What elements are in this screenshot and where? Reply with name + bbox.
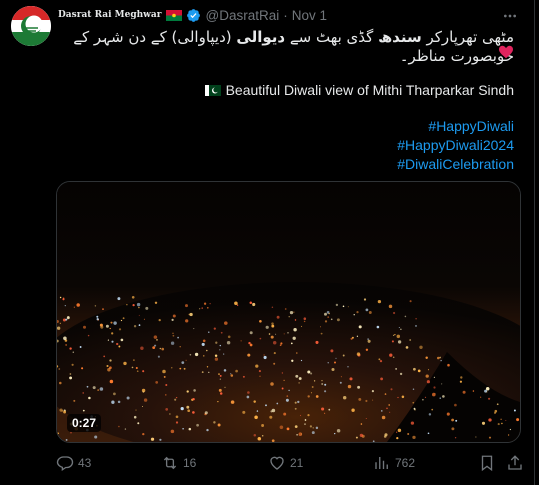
flag-icon	[166, 9, 183, 21]
repost-icon	[163, 456, 177, 470]
repost-button[interactable]: 16	[161, 453, 196, 473]
separator: ·	[283, 7, 288, 23]
share-icon	[508, 455, 522, 470]
video-thumbnail-city-lights	[57, 182, 520, 442]
hashtag-link[interactable]: #HappyDiwali2024	[397, 136, 514, 155]
display-name[interactable]: Dasrat Rai Meghwar	[58, 10, 161, 20]
like-count: 21	[290, 456, 304, 470]
video-duration: 0:27	[67, 414, 102, 432]
tweet-header: Dasrat Rai Meghwar @DasratRai · Nov 1	[58, 6, 327, 24]
like-heart-icon	[270, 456, 284, 470]
tweet-actions: 43 16 21 762	[56, 453, 526, 473]
avatar[interactable]	[11, 6, 51, 46]
more-options-icon[interactable]	[502, 8, 518, 24]
pakistan-flag-icon	[204, 84, 221, 96]
reply-count: 43	[78, 456, 92, 470]
hashtag-link[interactable]: #HappyDiwali	[397, 117, 514, 136]
like-button[interactable]: 21	[268, 453, 303, 473]
hashtags: #HappyDiwali #HappyDiwali2024 #DiwaliCel…	[397, 117, 514, 174]
tweet-text-urdu: مٹھی تھرپارکر سندھ گڈی بھٹ سے دیوالی (دی…	[54, 28, 514, 66]
tweet[interactable]: Dasrat Rai Meghwar @DasratRai · Nov 1 مٹ…	[0, 0, 535, 485]
urdu-text-part: گڈی بھٹ سے	[285, 28, 379, 46]
reply-icon	[56, 456, 74, 472]
red-heart-icon	[499, 45, 513, 59]
urdu-bold-part: دیوالی	[236, 28, 286, 46]
urdu-text-part: مٹھی تھرپارکر	[421, 28, 514, 46]
views-chart-icon	[375, 457, 388, 469]
tweet-date[interactable]: Nov 1	[292, 8, 327, 23]
video-player[interactable]: 0:27	[56, 181, 521, 443]
handle[interactable]: @DasratRai	[205, 8, 279, 23]
share-button[interactable]	[506, 453, 528, 473]
urdu-bold-part: سندھ	[378, 28, 422, 46]
bookmark-icon	[481, 455, 493, 472]
views-button[interactable]: 762	[373, 453, 415, 473]
tweet-text-english: Beautiful Diwali view of Mithi Tharparka…	[204, 82, 514, 98]
repost-count: 16	[183, 456, 197, 470]
verified-badge-icon	[187, 8, 201, 22]
view-count: 762	[395, 456, 416, 470]
reply-button[interactable]: 43	[56, 453, 91, 473]
english-text: Beautiful Diwali view of Mithi Tharparka…	[225, 82, 514, 98]
party-logo-icon	[11, 6, 51, 46]
hashtag-link[interactable]: #DiwaliCelebration	[397, 155, 514, 174]
bookmark-button[interactable]	[478, 453, 500, 473]
